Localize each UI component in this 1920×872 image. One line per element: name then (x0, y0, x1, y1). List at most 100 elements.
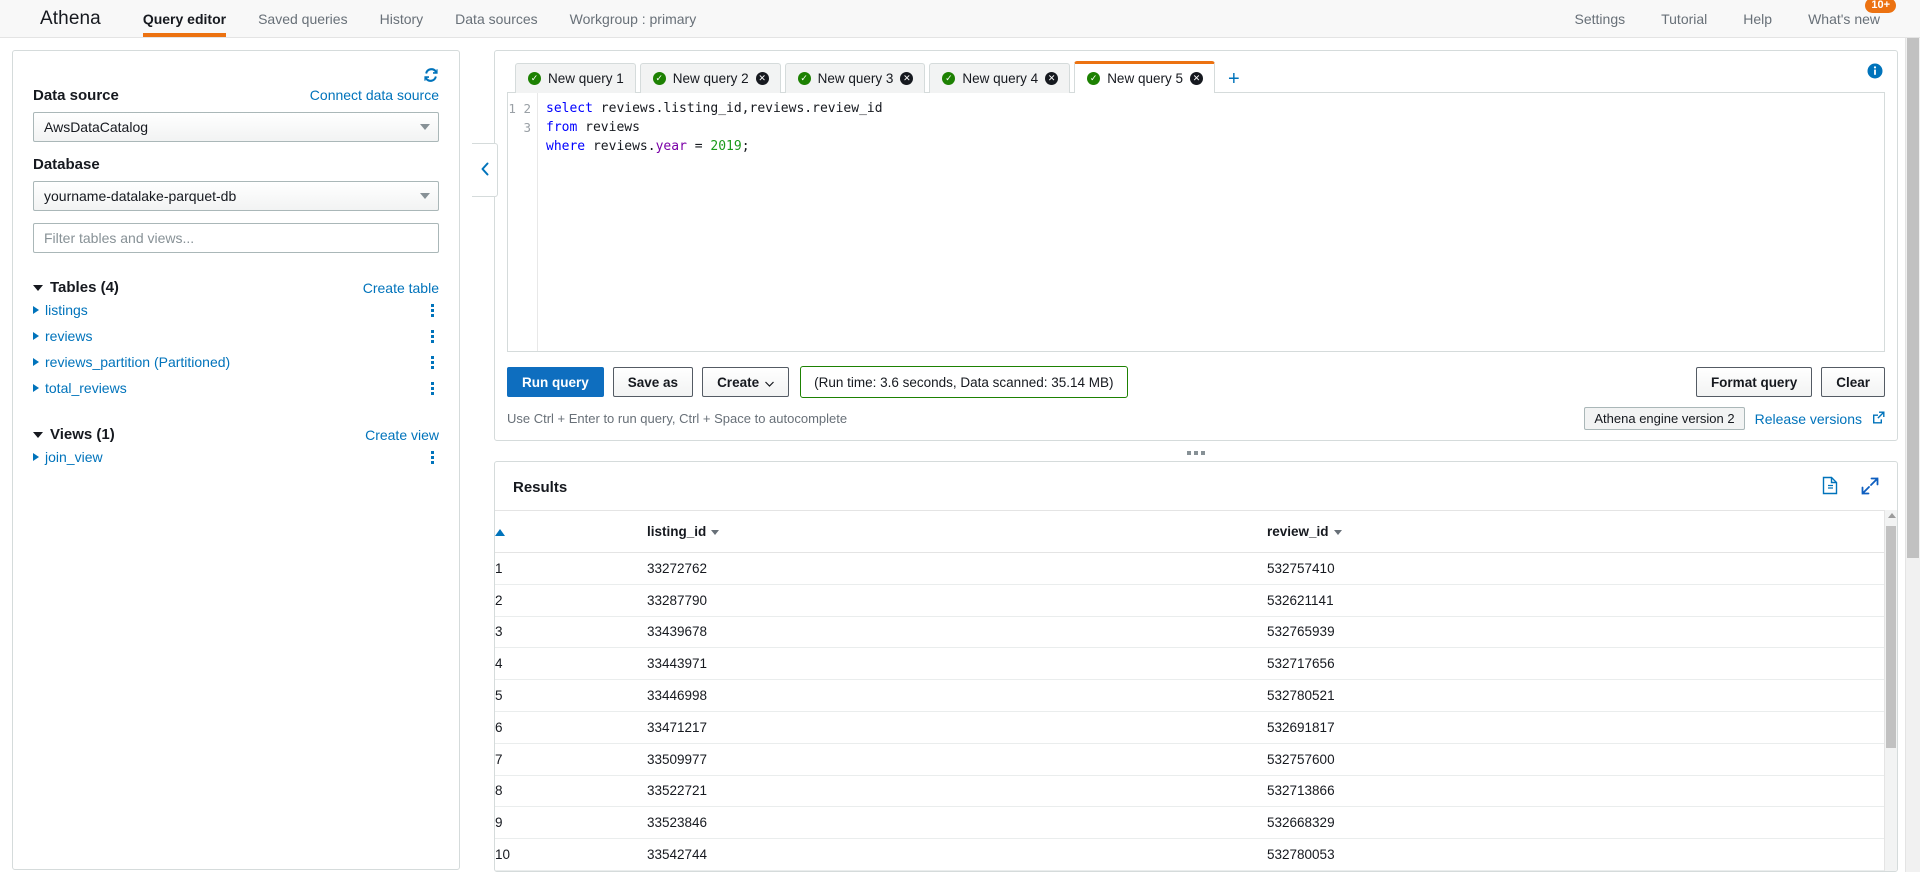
create-view-link[interactable]: Create view (365, 427, 439, 443)
whats-new-badge: 10+ (1865, 0, 1896, 14)
results-title: Results (513, 478, 568, 496)
chevron-right-icon[interactable] (33, 453, 39, 461)
table-row[interactable]: 2 33287790 532621141 (495, 584, 1884, 617)
chevron-down-icon (711, 529, 720, 535)
nav-item-whats-new[interactable]: What's new 10+ (1790, 0, 1898, 37)
filter-tables-input[interactable] (33, 223, 439, 253)
nav-item-tutorial[interactable]: Tutorial (1643, 0, 1725, 37)
external-link-icon[interactable] (1872, 411, 1885, 427)
table-label[interactable]: total_reviews (45, 380, 127, 396)
table-item-listings[interactable]: listings (33, 298, 439, 322)
column-header-listing-id[interactable]: listing_id (647, 510, 1267, 553)
view-item-join-view[interactable]: join_view (33, 445, 439, 469)
chevron-left-icon (480, 162, 490, 179)
close-icon[interactable]: ✕ (900, 72, 914, 85)
check-circle-icon: ✓ (652, 72, 666, 85)
database-label: Database (33, 156, 100, 173)
results-vertical-scrollbar[interactable] (1884, 510, 1897, 871)
clear-button[interactable]: Clear (1821, 367, 1885, 397)
table-options-menu-icon[interactable] (425, 329, 439, 343)
release-versions-link[interactable]: Release versions (1755, 411, 1862, 427)
whats-new-label: What's new (1808, 10, 1880, 27)
view-label[interactable]: join_view (45, 449, 103, 465)
panel-resize-handle[interactable] (494, 445, 1898, 461)
expand-icon[interactable] (1861, 477, 1879, 498)
nav-item-query-editor[interactable]: Query editor (127, 0, 242, 37)
create-table-link[interactable]: Create table (363, 280, 439, 296)
row-index: 1 (495, 552, 647, 585)
database-select[interactable]: yourname-datalake-parquet-db (33, 181, 439, 211)
table-item-total-reviews[interactable]: total_reviews (33, 376, 439, 400)
close-icon[interactable]: ✕ (755, 72, 769, 85)
create-button[interactable]: Create (702, 367, 790, 397)
query-tab-1[interactable]: ✓ New query 1 (515, 63, 636, 93)
cell-review-id: 532717656 (1267, 647, 1884, 681)
scrollbar-thumb[interactable] (1907, 38, 1919, 558)
sql-code-content[interactable]: select reviews.listing_id,reviews.review… (538, 93, 1884, 351)
data-source-select[interactable]: AwsDataCatalog (33, 112, 439, 142)
table-row[interactable]: 9 33523846 532668329 (495, 806, 1884, 840)
connect-data-source-link[interactable]: Connect data source (310, 87, 439, 103)
scrollbar-thumb[interactable] (1886, 526, 1896, 748)
table-row[interactable]: 5 33446998 532780521 (495, 679, 1884, 712)
table-row[interactable]: 6 33471217 532691817 (495, 711, 1884, 744)
page-vertical-scrollbar[interactable] (1905, 38, 1920, 872)
scroll-up-icon[interactable] (1888, 513, 1896, 518)
chevron-right-icon[interactable] (33, 384, 39, 392)
chevron-right-icon[interactable] (33, 306, 39, 314)
table-row[interactable]: 3 33439678 532765939 (495, 616, 1884, 649)
views-section-title: Views (1) (50, 426, 115, 443)
close-icon[interactable]: ✕ (1045, 72, 1059, 85)
cell-review-id: 532713866 (1267, 775, 1884, 808)
sql-line2-body: reviews (577, 120, 640, 135)
query-tab-2[interactable]: ✓ New query 2 ✕ (639, 63, 781, 93)
view-options-menu-icon[interactable] (425, 450, 439, 464)
save-as-button[interactable]: Save as (612, 367, 694, 397)
sql-keyword-where: where (546, 139, 586, 154)
download-file-icon[interactable] (1822, 476, 1839, 498)
table-label[interactable]: reviews (45, 328, 92, 344)
sql-keyword-from: from (546, 120, 578, 135)
chevron-right-icon[interactable] (33, 358, 39, 366)
sql-code-editor[interactable]: 1 2 3 select reviews.listing_id,reviews.… (507, 92, 1885, 352)
nav-item-settings[interactable]: Settings (1557, 0, 1644, 37)
table-row[interactable]: 10 33542744 532780053 (495, 838, 1884, 871)
column-header-index[interactable] (495, 510, 647, 553)
table-row[interactable]: 8 33522721 532713866 (495, 775, 1884, 808)
column-header-review-id[interactable]: review_id (1267, 510, 1884, 553)
format-query-button[interactable]: Format query (1695, 367, 1813, 397)
table-row[interactable]: 4 33443971 532717656 (495, 647, 1884, 681)
table-label[interactable]: reviews_partition (Partitioned) (45, 354, 230, 370)
refresh-icon[interactable] (423, 67, 439, 83)
info-icon[interactable] (1867, 63, 1883, 82)
chevron-down-icon[interactable] (33, 431, 43, 438)
table-item-reviews[interactable]: reviews (33, 324, 439, 348)
nav-item-help[interactable]: Help (1725, 0, 1790, 37)
table-item-reviews-partition[interactable]: reviews_partition (Partitioned) (33, 350, 439, 374)
table-options-menu-icon[interactable] (425, 355, 439, 369)
query-tab-3[interactable]: ✓ New query 3 ✕ (784, 63, 926, 93)
engine-version-chip: Athena engine version 2 (1584, 407, 1745, 430)
chevron-down-icon (1333, 529, 1342, 535)
nav-item-workgroup[interactable]: Workgroup : primary (554, 0, 713, 37)
query-tab-5[interactable]: ✓ New query 5 ✕ (1074, 61, 1215, 93)
sidebar-collapse-button[interactable] (472, 143, 498, 197)
table-row[interactable]: 1 33272762 532757410 (495, 552, 1884, 585)
table-options-menu-icon[interactable] (425, 303, 439, 317)
run-query-button[interactable]: Run query (507, 367, 604, 397)
chevron-right-icon[interactable] (33, 332, 39, 340)
nav-item-saved-queries[interactable]: Saved queries (242, 0, 364, 37)
add-query-tab-button[interactable]: + (1219, 69, 1249, 93)
close-icon[interactable]: ✕ (1189, 72, 1203, 85)
keyboard-hint-text: Use Ctrl + Enter to run query, Ctrl + Sp… (507, 411, 848, 426)
table-options-menu-icon[interactable] (425, 381, 439, 395)
table-label[interactable]: listings (45, 302, 88, 318)
query-tab-4[interactable]: ✓ New query 4 ✕ (929, 63, 1071, 93)
chevron-down-icon[interactable] (33, 284, 43, 291)
column-label: review_id (1267, 524, 1329, 539)
nav-item-data-sources[interactable]: Data sources (439, 0, 553, 37)
line-number-gutter: 1 2 3 (508, 93, 538, 351)
table-row[interactable]: 7 33509977 532757600 (495, 743, 1884, 776)
nav-item-history[interactable]: History (364, 0, 440, 37)
data-source-row: Data source Connect data source (33, 87, 439, 104)
